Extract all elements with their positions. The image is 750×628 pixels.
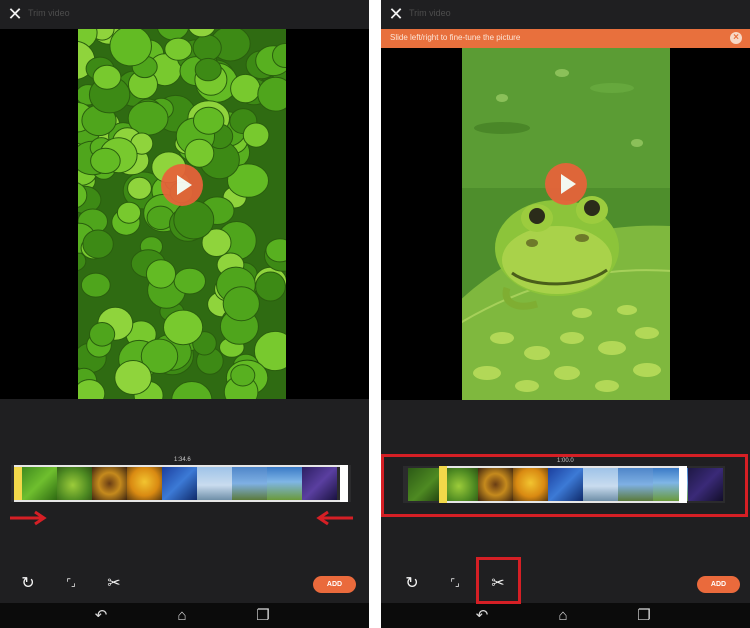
leaf-shape (80, 272, 111, 298)
close-icon[interactable]: ✕ (388, 5, 404, 23)
frame-thumbnail (232, 467, 267, 500)
crop-icon[interactable]: ⌜⌟ (445, 574, 465, 594)
video-frame-frog (462, 48, 670, 400)
video-frame-leaves (78, 29, 286, 399)
video-preview[interactable] (381, 48, 750, 400)
leaf-shape (230, 364, 256, 387)
video-preview[interactable] (0, 29, 369, 399)
back-icon[interactable]: ↶ (92, 607, 110, 625)
hint-text: Slide left/right to fine-tune the pictur… (390, 33, 521, 42)
right-arrow-icon (10, 510, 47, 526)
frog-on-leaf-image (462, 48, 670, 400)
leaf-shape (222, 286, 260, 322)
timeline-highlight-box (381, 454, 748, 517)
leaf-shape (173, 267, 207, 295)
hint-close-icon[interactable]: × (730, 32, 742, 44)
leaf-shape (242, 122, 270, 148)
frame-thumbnail (92, 467, 127, 500)
leaf-shape (127, 176, 152, 200)
time-label: 1:34.6 (174, 457, 191, 463)
leaf-shape (89, 322, 116, 347)
home-icon[interactable]: ⌂ (554, 607, 572, 625)
crop-icon[interactable]: ⌜⌟ (61, 574, 81, 594)
leaf-shape (184, 138, 215, 168)
hint-banner: Slide left/right to fine-tune the pictur… (381, 29, 750, 48)
frame-thumbnail (22, 467, 57, 500)
leaf-shape (109, 29, 152, 67)
top-bar: ✕ Trim video (0, 0, 369, 29)
leaf-shape (92, 64, 122, 90)
recent-apps-icon[interactable]: ❐ (254, 607, 272, 625)
system-nav-bar: ↶ ⌂ ❐ (0, 603, 369, 628)
trim-handle-end[interactable] (340, 465, 348, 502)
left-arrow-icon (316, 510, 353, 526)
leaf-shape (193, 106, 225, 135)
add-button[interactable]: ADD (313, 576, 356, 593)
leaf-shape (192, 34, 222, 62)
page-title: Trim video (28, 8, 70, 18)
close-icon[interactable]: ✕ (7, 5, 23, 23)
leaf-shape (173, 200, 215, 240)
rotate-icon[interactable]: ↻ (18, 574, 38, 594)
leaf-shape (194, 57, 222, 82)
timeline-strip[interactable] (11, 465, 351, 502)
top-bar: ✕ Trim video (381, 0, 750, 29)
right-screen: ✕ Trim video Slide left/right to fine-tu… (381, 0, 750, 628)
add-button[interactable]: ADD (697, 576, 740, 593)
leaf-shape (82, 229, 114, 259)
leaf-shape (163, 309, 204, 346)
play-icon[interactable] (545, 163, 587, 205)
scissors-icon[interactable]: ✂ (104, 574, 124, 594)
frame-thumbnail (197, 467, 232, 500)
recent-apps-icon[interactable]: ❐ (635, 607, 653, 625)
selection-bottom-border (14, 500, 348, 502)
system-nav-bar: ↶ ⌂ ❐ (381, 603, 750, 628)
leaf-shape (255, 271, 286, 302)
leaf-shape (230, 73, 261, 104)
frame-thumbnail (162, 467, 197, 500)
left-screen: ✕ Trim video 1:34.6 ↻ ⌜⌟ ✂ ADD ↶ ⌂ ❐ (0, 0, 369, 628)
page-title: Trim video (409, 8, 451, 18)
leaf-shape (164, 37, 193, 61)
back-icon[interactable]: ↶ (473, 607, 491, 625)
trim-handle-start[interactable] (14, 465, 22, 502)
leaf-shape (90, 147, 121, 174)
frame-thumbnail (127, 467, 162, 500)
leaf-shape (116, 201, 142, 224)
leaf-shape (145, 259, 177, 289)
frame-thumbnail (302, 467, 337, 500)
rotate-icon[interactable]: ↻ (402, 574, 422, 594)
frame-thumbnail (267, 467, 302, 500)
frame-thumbnail (57, 467, 92, 500)
play-icon[interactable] (161, 164, 203, 206)
cut-tool-highlight-box (476, 557, 521, 604)
frame-thumbnails (22, 467, 337, 500)
leaf-shape (114, 360, 152, 395)
home-icon[interactable]: ⌂ (173, 607, 191, 625)
